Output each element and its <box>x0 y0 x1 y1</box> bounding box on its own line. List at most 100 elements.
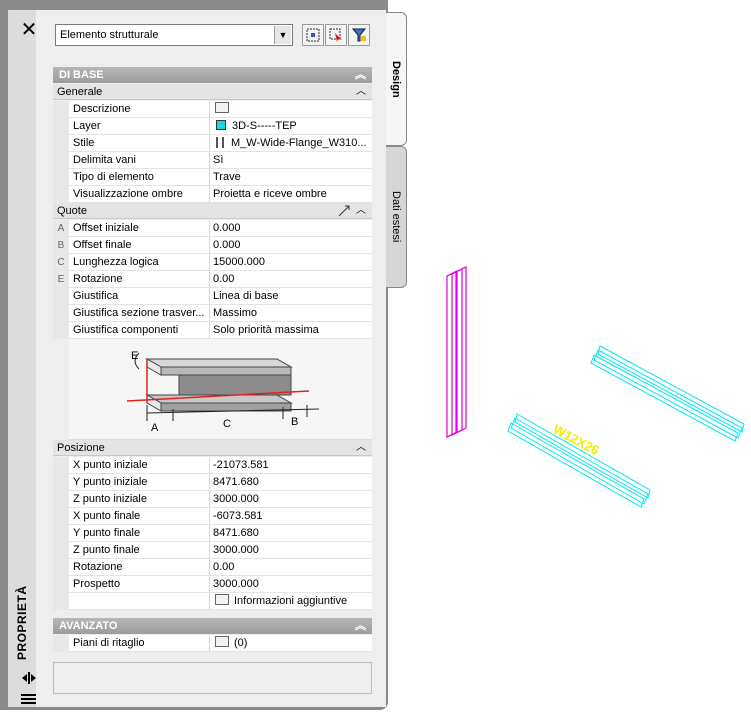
property-row[interactable]: Layer 3D-S-----TEP <box>53 118 372 135</box>
select-objects-button[interactable] <box>325 24 347 46</box>
property-value[interactable]: Sì <box>210 152 372 169</box>
row-gutter <box>53 118 69 135</box>
chevron-down-icon[interactable]: ▼ <box>274 26 291 44</box>
property-label: Delimita vani <box>69 152 210 169</box>
palette-title-strip[interactable]: ✕ PROPRIETÀ <box>8 10 37 708</box>
row-gutter <box>53 152 69 169</box>
property-value[interactable]: Solo priorità massima <box>210 322 372 339</box>
row-gutter: C <box>53 254 69 271</box>
row-gutter <box>53 593 69 610</box>
drawing-canvas[interactable]: W12X26 <box>410 0 751 717</box>
property-value[interactable]: Massimo <box>210 305 372 322</box>
property-value-text: 3000.000 <box>213 544 259 556</box>
property-row[interactable]: A Offset iniziale 0.000 <box>53 220 372 237</box>
quick-select-icon <box>351 28 367 42</box>
property-value-text: -6073.581 <box>213 510 263 522</box>
property-value[interactable]: (0) <box>210 635 372 652</box>
row-gutter <box>53 508 69 525</box>
property-row[interactable]: Giustifica componenti Solo priorità massi… <box>53 322 372 339</box>
property-value[interactable]: Trave <box>210 169 372 186</box>
property-value-text: 0.000 <box>213 239 241 251</box>
section-posizione[interactable]: Posizione ︿ <box>53 440 372 456</box>
property-value[interactable]: -21073.581 <box>210 457 372 474</box>
section-generale[interactable]: Generale ︿ <box>53 84 372 100</box>
property-row[interactable]: Prospetto 3000.000 <box>53 576 372 593</box>
property-row[interactable]: Y punto iniziale 8471.680 <box>53 474 372 491</box>
property-label: Rotazione <box>69 559 210 576</box>
property-value[interactable]: 8471.680 <box>210 474 372 491</box>
property-row[interactable]: Z punto iniziale 3000.000 <box>53 491 372 508</box>
property-label: Y punto finale <box>69 525 210 542</box>
property-row[interactable]: Tipo di elemento Trave <box>53 169 372 186</box>
property-value-text: 15000.000 <box>213 256 265 268</box>
collapse-icon[interactable]: ︿ <box>356 84 366 100</box>
row-gutter <box>53 288 69 305</box>
toggle-pickadd-button[interactable] <box>302 24 324 46</box>
property-value[interactable]: 0.00 <box>210 559 372 576</box>
vertical-beam <box>446 266 467 438</box>
collapse-icon[interactable]: ︿ <box>356 440 366 456</box>
property-value[interactable]: 15000.000 <box>210 254 372 271</box>
property-label: Layer <box>69 118 210 135</box>
property-row[interactable]: C Lunghezza logica 15000.000 <box>53 254 372 271</box>
property-value[interactable] <box>210 101 372 118</box>
diagram-label-e: E <box>131 350 138 362</box>
property-value[interactable]: 0.000 <box>210 237 372 254</box>
category-avanzato[interactable]: AVANZATO ︽ <box>53 618 372 634</box>
property-row[interactable]: E Rotazione 0.00 <box>53 271 372 288</box>
property-row[interactable]: Descrizione <box>53 101 372 118</box>
tab-dati-label: Dati estesi <box>390 191 402 243</box>
row-gutter <box>53 559 69 576</box>
property-row[interactable]: Visualizzazione ombre Proietta e riceve o… <box>53 186 372 203</box>
property-label: Offset iniziale <box>69 220 210 237</box>
section-quote[interactable]: Quote ︿ <box>53 203 372 219</box>
property-value[interactable]: Proietta e riceve ombre <box>210 186 372 203</box>
property-value[interactable]: Informazioni aggiuntive <box>210 593 372 610</box>
tab-dati-estesi[interactable]: Dati estesi <box>386 146 407 288</box>
property-value[interactable]: Linea di base <box>210 288 372 305</box>
row-gutter <box>53 474 69 491</box>
tab-design-label: Design <box>390 61 402 98</box>
property-row[interactable]: Giustifica sezione trasver... Massimo <box>53 305 372 322</box>
property-value-text: 8471.680 <box>213 476 259 488</box>
property-label: Visualizzazione ombre <box>69 186 210 203</box>
property-row[interactable]: X punto iniziale -21073.581 <box>53 457 372 474</box>
collapse-icon[interactable]: ︿ <box>356 203 366 219</box>
property-row[interactable]: Piani di ritaglio (0) <box>53 635 372 652</box>
category-di-base[interactable]: DI BASE ︽ <box>53 67 372 83</box>
diagram-label-a: A <box>151 422 159 434</box>
pickadd-icon <box>306 28 320 42</box>
collapse-double-icon[interactable]: ︽ <box>355 618 366 634</box>
property-label: Z punto iniziale <box>69 491 210 508</box>
row-gutter <box>53 525 69 542</box>
object-type-select[interactable]: Elemento strutturale ▼ <box>55 24 293 46</box>
property-value-text: 3000.000 <box>213 493 259 505</box>
property-value[interactable]: -6073.581 <box>210 508 372 525</box>
property-row[interactable]: Stile M_W-Wide-Flange_W310... <box>53 135 372 152</box>
property-value[interactable]: 0.00 <box>210 271 372 288</box>
property-row[interactable]: Giustifica Linea di base <box>53 288 372 305</box>
property-value[interactable]: 0.000 <box>210 220 372 237</box>
property-row[interactable]: Delimita vani Sì <box>53 152 372 169</box>
property-row[interactable]: X punto finale -6073.581 <box>53 508 372 525</box>
collapse-double-icon[interactable]: ︽ <box>355 67 366 83</box>
property-row[interactable]: Y punto finale 8471.680 <box>53 525 372 542</box>
property-row[interactable]: B Offset finale 0.000 <box>53 237 372 254</box>
property-value[interactable]: 3000.000 <box>210 576 372 593</box>
property-row[interactable]: Informazioni aggiuntive <box>53 593 372 610</box>
properties-menu-icon[interactable] <box>21 694 37 708</box>
property-value[interactable]: M_W-Wide-Flange_W310... <box>210 135 372 152</box>
property-value[interactable]: 3000.000 <box>210 491 372 508</box>
tab-design[interactable]: Design <box>386 12 407 146</box>
property-row[interactable]: Z punto finale 3000.000 <box>53 542 372 559</box>
property-row[interactable]: Rotazione 0.00 <box>53 559 372 576</box>
section-posizione-label: Posizione <box>57 442 105 454</box>
property-value[interactable]: 3000.000 <box>210 542 372 559</box>
row-gutter <box>53 491 69 508</box>
property-value-text: 0.00 <box>213 561 235 573</box>
property-value[interactable]: 3D-S-----TEP <box>210 118 372 135</box>
property-label: Piani di ritaglio <box>69 635 210 652</box>
property-value[interactable]: 8471.680 <box>210 525 372 542</box>
quick-select-button[interactable] <box>348 24 370 46</box>
property-value-text: Informazioni aggiuntive <box>234 595 348 607</box>
